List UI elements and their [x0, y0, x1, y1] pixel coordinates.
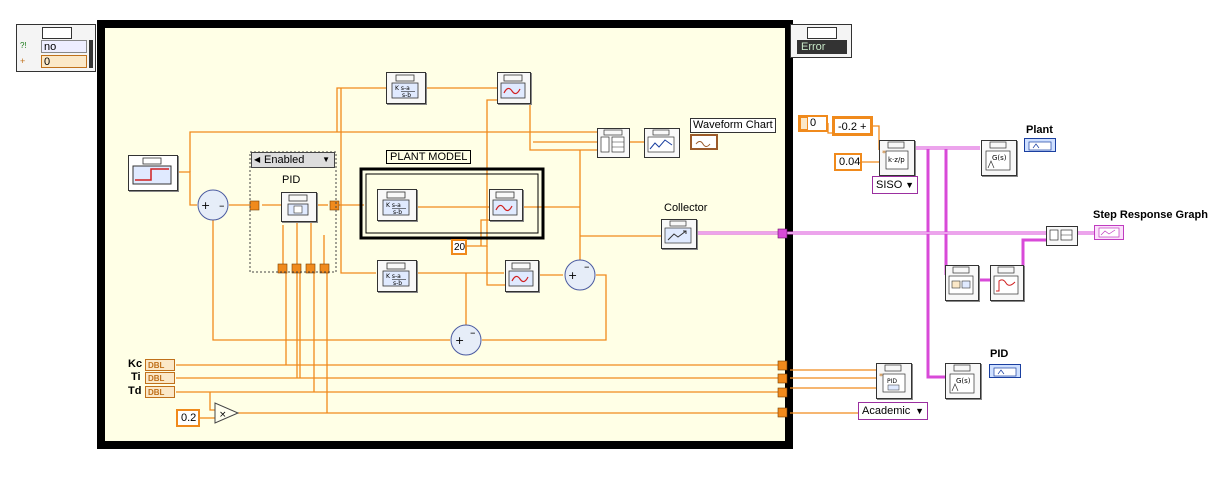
- build-array-icon: [600, 129, 625, 153]
- kc-control[interactable]: DBL: [145, 359, 175, 371]
- case-value: Enabled: [264, 154, 305, 166]
- simulation-block-plant[interactable]: [489, 189, 523, 221]
- chart-formatter-block[interactable]: [644, 128, 680, 158]
- simulation-block-top[interactable]: [497, 72, 531, 104]
- signal-sim-icon: [508, 262, 534, 287]
- svg-text:–: –: [219, 199, 225, 212]
- status-value[interactable]: no: [41, 40, 87, 53]
- pid-model-icon: * PID: [879, 364, 906, 393]
- svg-text:G(s): G(s): [956, 377, 971, 385]
- svg-text:K s-a: K s-a: [386, 202, 401, 209]
- pid-block-icon: [287, 194, 309, 216]
- error-out-cluster[interactable]: Error: [790, 24, 852, 58]
- error-out-value: Error: [797, 40, 847, 54]
- academic-enum[interactable]: Academic ▼: [858, 402, 928, 420]
- case-selector[interactable]: ◀ Enabled ▼: [251, 152, 335, 168]
- build-array-icon: [1049, 229, 1073, 241]
- gs-model-icon: G(s): [985, 141, 1011, 171]
- convert-model-block-plant[interactable]: G(s): [981, 140, 1017, 176]
- step-response-icon: [993, 266, 1019, 295]
- svg-text:k·z/p: k·z/p: [888, 156, 905, 164]
- svg-text:PID: PID: [887, 378, 897, 385]
- pid-indicator[interactable]: [989, 364, 1021, 378]
- waveform-chart-terminal[interactable]: [690, 134, 718, 150]
- simulation-block-bottom[interactable]: [505, 260, 539, 292]
- constant-zero-two[interactable]: 0.2: [176, 409, 200, 427]
- case-left-arrow[interactable]: ◀: [254, 153, 260, 167]
- build-array-block-graph[interactable]: [1046, 226, 1078, 246]
- cluster-scrollbar[interactable]: [89, 40, 93, 68]
- svg-text:G(s): G(s): [992, 154, 1007, 162]
- svg-text:×: ×: [219, 410, 227, 420]
- signal-sim-icon: [492, 191, 518, 216]
- pid-label: PID: [282, 174, 301, 186]
- build-array-block[interactable]: [597, 128, 630, 158]
- plant-label: Plant: [1026, 124, 1053, 136]
- td-label: Td: [128, 385, 142, 397]
- graph-indicator-icon: [1098, 227, 1120, 238]
- step-response-graph-label: Step Response Graph: [1093, 209, 1208, 221]
- error-in-cluster[interactable]: ?! no + 0: [16, 24, 96, 72]
- svg-text:*: *: [879, 372, 883, 381]
- constant-array-index: [800, 117, 808, 130]
- svg-text:s-b: s-b: [393, 280, 402, 287]
- step-signal-icon: [132, 157, 172, 185]
- constant-zero-zero-four[interactable]: 0.04: [834, 153, 862, 171]
- transfer-function-icon: K s-a s-b: [382, 262, 410, 287]
- kc-label: Kc: [128, 358, 143, 370]
- step-response-block[interactable]: [990, 265, 1024, 301]
- step-response-graph-indicator[interactable]: [1094, 225, 1124, 240]
- svg-text:*: *: [882, 149, 886, 158]
- waveform-icon: [695, 141, 711, 147]
- transfer-function-icon: K s-a s-b: [391, 74, 419, 99]
- svg-text:+: +: [455, 334, 464, 347]
- model-indicator-icon: [993, 367, 1017, 377]
- svg-text:–: –: [584, 260, 590, 273]
- create-zpk-block[interactable]: * k·z/p: [879, 140, 915, 176]
- pid-output-label: PID: [990, 348, 1009, 360]
- model-indicator-icon: [1028, 141, 1052, 151]
- svg-text:s-b: s-b: [393, 209, 402, 216]
- constant-neg-zero-two[interactable]: -0.2 +: [832, 116, 873, 136]
- case-down-arrow[interactable]: ▼: [322, 153, 330, 167]
- code-icon: +: [20, 56, 26, 66]
- ti-label: Ti: [131, 371, 141, 383]
- create-pid-model-block[interactable]: * PID: [876, 363, 912, 399]
- cluster-icon: [42, 27, 72, 39]
- transfer-function-icon: K s-a s-b: [382, 191, 410, 216]
- td-control[interactable]: DBL: [145, 386, 175, 398]
- collector-icon: [664, 220, 692, 244]
- chart-icon: [647, 129, 675, 153]
- zpk-model-icon: * k·z/p: [882, 141, 909, 170]
- constant-twenty[interactable]: 20: [451, 239, 467, 255]
- transfer-function-block-plant[interactable]: K s-a s-b: [377, 189, 417, 221]
- step-signal-block[interactable]: [128, 155, 178, 191]
- svg-text:+: +: [201, 199, 210, 212]
- status-icon: ?!: [20, 41, 27, 50]
- siso-enum[interactable]: SISO ▼: [872, 176, 918, 194]
- transfer-function-block-top[interactable]: K s-a s-b: [386, 72, 426, 104]
- gs-model-icon: G(s): [949, 364, 975, 394]
- svg-text:+: +: [568, 269, 577, 282]
- ti-control[interactable]: DBL: [145, 372, 175, 384]
- dropdown-arrow-icon: ▼: [905, 180, 914, 190]
- svg-text:K s-a: K s-a: [386, 273, 401, 280]
- code-value[interactable]: 0: [41, 55, 87, 68]
- dropdown-arrow-icon: ▼: [915, 406, 924, 416]
- collector-block[interactable]: [661, 219, 697, 249]
- svg-text:K s-a: K s-a: [395, 85, 410, 92]
- waveform-chart-label: Waveform Chart: [690, 118, 776, 133]
- plant-model-label: PLANT MODEL: [386, 150, 472, 164]
- plant-indicator[interactable]: [1024, 138, 1056, 152]
- svg-text:s-b: s-b: [402, 92, 411, 99]
- transfer-function-block-bottom[interactable]: K s-a s-b: [377, 260, 417, 292]
- convert-model-block-pid[interactable]: G(s): [945, 363, 981, 399]
- series-icon: [948, 266, 974, 295]
- series-model-block[interactable]: [945, 265, 979, 301]
- svg-text:–: –: [470, 326, 476, 339]
- cluster-icon: [807, 27, 837, 39]
- pid-block[interactable]: [281, 192, 317, 222]
- collector-label: Collector: [664, 202, 708, 214]
- signal-sim-icon: [500, 74, 526, 99]
